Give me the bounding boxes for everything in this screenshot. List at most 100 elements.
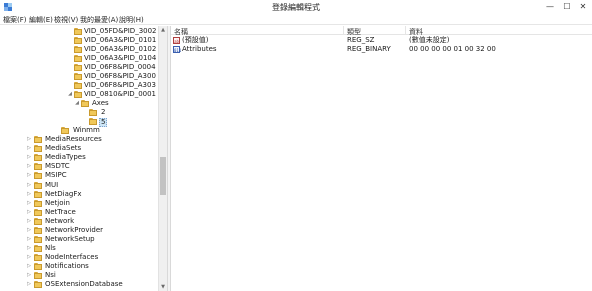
string-value-icon: ab [173,37,180,44]
expand-icon[interactable]: ▷ [26,144,32,153]
scroll-down-icon[interactable]: ▼ [159,283,167,291]
value-type: REG_SZ [347,36,375,44]
menu-bar: 檔案(F) 編輯(E) 檢視(V) 我的最愛(A) 說明(H) [0,14,592,25]
tree-item-label: VID_06A3&PID_0101 [84,36,157,44]
close-button[interactable]: ✕ [576,1,590,12]
menu-edit[interactable]: 編輯(E) [29,15,53,25]
folder-icon [34,172,42,179]
expand-icon[interactable]: ▷ [26,153,32,162]
tree-item-label: Netjoin [45,199,70,207]
folder-icon [74,64,82,71]
expand-icon[interactable]: ▷ [26,171,32,180]
expand-icon[interactable] [67,27,73,36]
expand-icon[interactable]: ▷ [26,226,32,235]
folder-icon [34,145,42,152]
expand-icon[interactable] [67,72,73,81]
column-divider[interactable] [405,26,406,35]
tree-item-label: Nls [45,244,56,252]
folder-icon [89,118,97,125]
folder-icon [61,127,69,134]
folder-icon [89,109,97,116]
menu-view[interactable]: 檢視(V) [54,15,78,25]
scroll-up-icon[interactable]: ▲ [159,26,167,34]
tree-item-label: NetTrace [45,208,76,216]
expand-icon[interactable] [81,108,87,117]
tree-item-label: Axes [92,99,109,107]
tree-item-label: 5 [99,118,108,127]
folder-icon [34,254,42,261]
expand-icon[interactable] [67,63,73,72]
folder-icon [74,55,82,62]
expand-icon[interactable]: ▷ [26,217,32,226]
maximize-button[interactable]: ☐ [560,1,574,12]
expand-icon[interactable] [81,117,87,126]
folder-icon [34,236,42,243]
tree-item-label: MediaTypes [45,153,86,161]
folder-open-icon [81,100,89,107]
tree-item-label: VID_06F8&PID_0004 [84,63,156,71]
value-data: 00 00 00 00 01 00 32 00 [409,45,496,53]
expand-icon[interactable]: ▷ [26,262,32,271]
tree-item-label: VID_06F8&PID_A300 [84,72,156,80]
title-bar[interactable]: 登錄編輯程式 — ☐ ✕ [0,0,592,14]
expand-icon[interactable] [67,81,73,90]
expand-icon[interactable]: ▷ [26,253,32,262]
scroll-thumb[interactable] [160,157,166,195]
folder-icon [74,82,82,89]
folder-icon [34,200,42,207]
tree-item-label: VID_06A3&PID_0102 [84,45,157,53]
tree-item-label: Winmm [73,126,100,134]
tree-item-label: VID_06A3&PID_0104 [84,54,157,62]
tree-item-label: MSIPC [45,171,67,179]
expand-icon[interactable]: ▷ [26,162,32,171]
expand-icon[interactable] [53,126,59,135]
tree-item-label: VID_06F8&PID_A303 [84,81,156,89]
folder-icon [34,136,42,143]
minimize-button[interactable]: — [543,1,557,12]
folder-icon [74,28,82,35]
collapse-icon[interactable]: ◢ [67,90,73,99]
expand-icon[interactable]: ▷ [26,271,32,280]
expand-icon[interactable]: ▷ [26,190,32,199]
folder-icon [34,245,42,252]
tree-item-label: Network [45,217,75,225]
value-data: (數值未設定) [409,36,450,44]
column-divider[interactable] [343,26,344,35]
menu-help[interactable]: 說明(H) [119,15,144,25]
folder-open-icon [74,91,82,98]
expand-icon[interactable] [67,36,73,45]
menu-file[interactable]: 檔案(F) [3,15,27,25]
expand-icon[interactable]: ▷ [26,199,32,208]
tree-item-label: VID_05FD&PID_3002 [84,27,157,35]
tree-item-label: 2 [101,108,106,116]
folder-icon [34,191,42,198]
values-list-header: 名稱 類型 資料 [171,26,592,36]
expand-icon[interactable]: ▷ [26,135,32,144]
tree-scrollbar[interactable]: ▲ ▼ [158,26,167,291]
values-list-pane[interactable]: 名稱 類型 資料 ab (預設值) REG_SZ (數值未設定) 011 Att… [171,26,592,291]
folder-icon [74,37,82,44]
tree-item-label: MUI [45,181,59,189]
folder-icon [34,218,42,225]
key-tree-pane[interactable]: VID_05FD&PID_3002 VID_06A3&PID_0101 VID_… [0,26,167,291]
value-row[interactable]: ab (預設值) REG_SZ (數值未設定) [171,36,592,45]
binary-value-icon: 011 [173,46,182,53]
value-name: (預設值) [182,36,209,44]
folder-icon [34,209,42,216]
folder-icon [74,46,82,53]
expand-icon[interactable] [67,54,73,63]
tree-item-label: Notifications [45,262,89,270]
expand-icon[interactable]: ▷ [26,244,32,253]
value-row[interactable]: 011 Attributes REG_BINARY 00 00 00 00 01… [171,45,592,54]
menu-favorites[interactable]: 我的最愛(A) [80,15,118,25]
collapse-icon[interactable]: ◢ [74,99,80,108]
expand-icon[interactable]: ▷ [26,280,32,289]
tree-item-label: MediaResources [45,135,102,143]
tree-item-label: MSDTC [45,162,70,170]
folder-icon [34,163,42,170]
expand-icon[interactable]: ▷ [26,208,32,217]
expand-icon[interactable] [67,45,73,54]
expand-icon[interactable]: ▷ [26,181,32,190]
tree-item-label: NetDiagFx [45,190,82,198]
expand-icon[interactable]: ▷ [26,235,32,244]
